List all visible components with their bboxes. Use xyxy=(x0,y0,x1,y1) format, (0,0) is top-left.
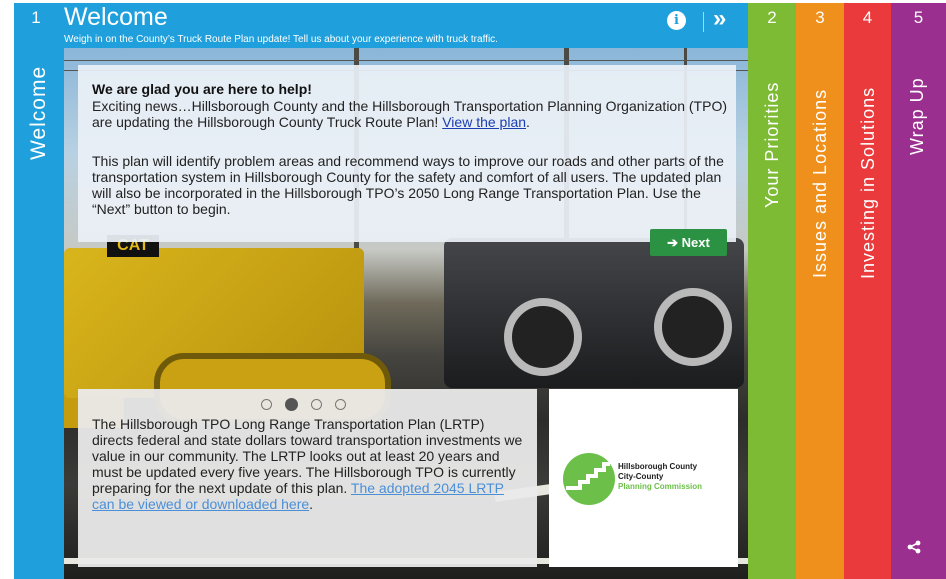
tab-your-priorities[interactable]: 2 Your Priorities xyxy=(748,3,796,579)
share-icon[interactable] xyxy=(907,540,921,554)
page-title: Welcome xyxy=(64,3,168,31)
intro-paragraph-1-end: . xyxy=(526,114,530,130)
next-button-label: Next xyxy=(681,235,710,250)
header-divider xyxy=(703,12,704,32)
lrtp-paragraph: The Hillsborough TPO Long Range Transpor… xyxy=(92,416,524,512)
lrtp-text-end: . xyxy=(309,496,314,512)
tab-investing-in-solutions[interactable]: 4 Investing in Solutions xyxy=(844,3,891,579)
planning-commission-logo-card: Hillsborough County City-County Planning… xyxy=(549,389,738,567)
planning-commission-logo-icon xyxy=(563,453,615,505)
carousel-dot[interactable] xyxy=(335,399,346,411)
step-number: 1 xyxy=(31,8,41,27)
logo-line-1: Hillsborough County xyxy=(618,462,698,471)
arrow-right-icon: ➔ xyxy=(667,235,679,250)
tab-wrap-up[interactable]: 5 Wrap Up xyxy=(891,3,946,579)
tab-number: 4 xyxy=(862,8,873,27)
carousel-dots xyxy=(261,396,359,412)
tab-label: Investing in Solutions xyxy=(858,86,878,279)
tab-number: 5 xyxy=(913,8,924,27)
tab-issues-and-locations[interactable]: 3 Issues and Locations xyxy=(796,3,844,579)
view-plan-link[interactable]: View the plan xyxy=(442,114,526,130)
lrtp-card: The Hillsborough TPO Long Range Transpor… xyxy=(78,389,537,567)
info-icon[interactable]: i xyxy=(667,11,686,30)
tab-label: Issues and Locations xyxy=(810,88,830,278)
tab-label: Your Priorities xyxy=(762,81,782,208)
carousel-dot-active[interactable] xyxy=(285,398,298,412)
tab-label: Wrap Up xyxy=(907,77,927,155)
intro-card: We are glad you are here to help! Exciti… xyxy=(78,65,736,242)
tab-number: 2 xyxy=(767,8,777,27)
intro-paragraph-1-text: Exciting news…Hillsborough County and th… xyxy=(92,98,727,130)
page-subtitle: Weigh in on the County’s Truck Route Pla… xyxy=(64,34,498,45)
carousel-dot[interactable] xyxy=(311,399,322,411)
logo-line-3: Planning Commission xyxy=(618,482,703,491)
logo-line-2: City-County xyxy=(618,472,664,481)
double-chevron-right-icon[interactable]: » xyxy=(713,6,726,32)
intro-paragraph-2: This plan will identify problem areas an… xyxy=(92,153,724,217)
welcome-vertical-label[interactable]: Welcome xyxy=(27,66,51,160)
intro-paragraph-1: Exciting news…Hillsborough County and th… xyxy=(92,98,732,130)
carousel-dot[interactable] xyxy=(261,399,272,411)
logo-text: Hillsborough County City-County Planning… xyxy=(618,462,702,492)
next-button[interactable]: ➔ Next xyxy=(650,229,727,256)
intro-heading: We are glad you are here to help! xyxy=(92,81,312,97)
tab-number: 3 xyxy=(815,8,825,27)
